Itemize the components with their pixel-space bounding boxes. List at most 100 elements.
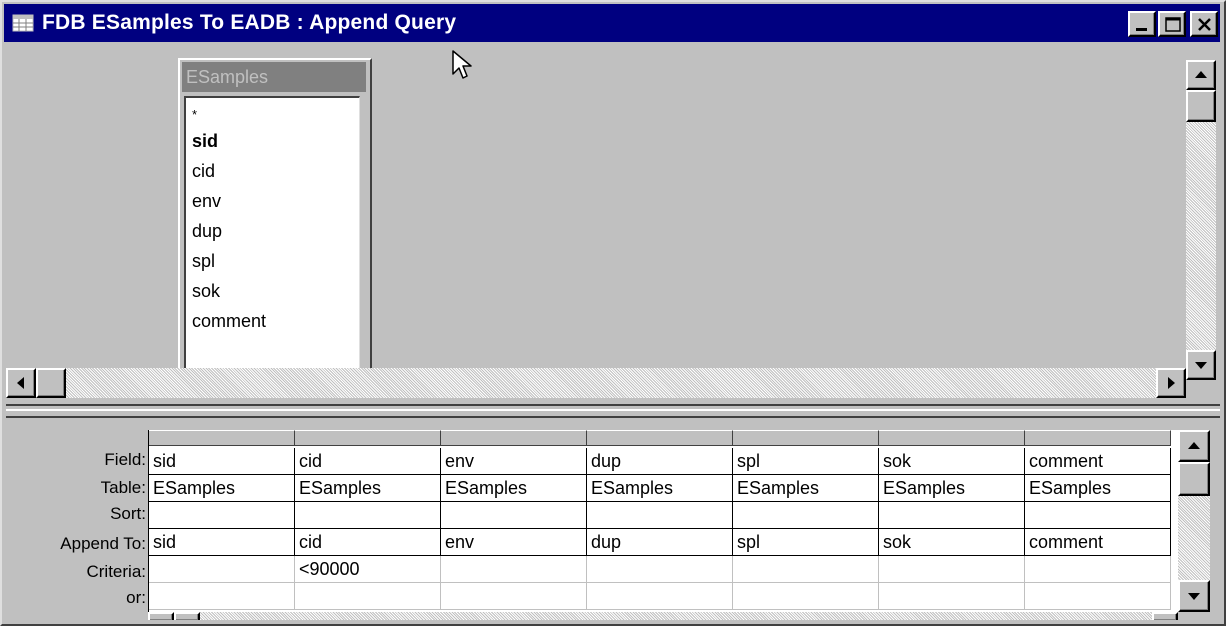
grid-cell-field[interactable]: sid <box>149 448 295 475</box>
grid-cell-sort[interactable] <box>149 502 295 529</box>
grid-cell-criteria[interactable] <box>1025 556 1171 583</box>
grid-cell-append-to[interactable]: comment <box>1025 529 1171 556</box>
grid-vertical-scrollbar[interactable] <box>1178 430 1210 612</box>
grid-cell-field[interactable]: spl <box>733 448 879 475</box>
row-label-field: Field: <box>104 450 146 469</box>
grid-cell-criteria[interactable] <box>587 556 733 583</box>
grid-cell-table[interactable]: ESamples <box>1025 475 1171 502</box>
field-item-all[interactable]: * <box>186 104 359 126</box>
grid-cell-table[interactable]: ESamples <box>295 475 441 502</box>
close-icon <box>1198 18 1211 31</box>
window-title: FDB ESamples To EADB : Append Query <box>42 11 457 34</box>
field-item-spl[interactable]: spl <box>186 246 359 276</box>
arrow-up-icon <box>1195 71 1207 78</box>
grid-cell-append-to[interactable]: env <box>441 529 587 556</box>
arrow-left-icon <box>17 377 24 389</box>
column-selector-7[interactable] <box>1025 430 1171 446</box>
grid-cell-or[interactable] <box>879 583 1025 610</box>
row-label-criteria: Criteria: <box>86 562 146 581</box>
grid-cell-append-to[interactable]: sid <box>149 529 295 556</box>
grid-scroll-right-button[interactable] <box>1152 612 1178 620</box>
maximize-icon <box>1165 17 1181 32</box>
grid-cell-criteria[interactable] <box>441 556 587 583</box>
table-pane-horizontal-scrollbar[interactable] <box>6 368 1186 398</box>
field-item-sok[interactable]: sok <box>186 276 359 306</box>
scroll-right-button[interactable] <box>1156 368 1186 398</box>
grid-cell-or[interactable] <box>1025 583 1171 610</box>
vertical-scroll-thumb[interactable] <box>1186 90 1216 122</box>
grid-cell-field[interactable]: env <box>441 448 587 475</box>
grid-cell-or[interactable] <box>149 583 295 610</box>
field-list-body: * sid cid env dup spl sok comment <box>184 96 360 374</box>
grid-scroll-left-button[interactable] <box>148 612 174 620</box>
grid-cell-sort[interactable] <box>733 502 879 529</box>
design-grid-pane: Field: Table: Sort: Append To: Criteria:… <box>6 420 1220 620</box>
field-item-comment[interactable]: comment <box>186 306 359 336</box>
grid-cell-criteria[interactable] <box>733 556 879 583</box>
grid-horizontal-scroll-thumb[interactable] <box>174 612 200 620</box>
grid-cell-append-to[interactable]: dup <box>587 529 733 556</box>
grid-cell-criteria[interactable] <box>879 556 1025 583</box>
grid-cell-or[interactable] <box>295 583 441 610</box>
grid-cell-sort[interactable] <box>587 502 733 529</box>
field-list-title[interactable]: ESamples <box>182 62 366 92</box>
query-icon <box>12 14 34 32</box>
table-pane-vertical-scrollbar[interactable] <box>1186 60 1216 380</box>
column-selector-6[interactable] <box>879 430 1025 446</box>
arrow-down-icon <box>1195 362 1207 369</box>
table-pane[interactable]: ESamples * sid cid env dup spl sok comme… <box>6 46 1220 398</box>
field-list-esamples[interactable]: ESamples * sid cid env dup spl sok comme… <box>178 58 372 382</box>
row-label-append-to: Append To: <box>60 534 146 553</box>
grid-vertical-scroll-thumb[interactable] <box>1178 462 1210 496</box>
grid-cell-table[interactable]: ESamples <box>587 475 733 502</box>
scroll-down-button[interactable] <box>1186 350 1216 380</box>
column-selector-5[interactable] <box>733 430 879 446</box>
column-selector-4[interactable] <box>587 430 733 446</box>
grid-cell-field[interactable]: comment <box>1025 448 1171 475</box>
grid-cell-criteria[interactable] <box>149 556 295 583</box>
grid-cell-append-to[interactable]: spl <box>733 529 879 556</box>
grid-cell-append-to[interactable]: cid <box>295 529 441 556</box>
field-item-sid[interactable]: sid <box>186 126 359 156</box>
column-selector-3[interactable] <box>441 430 587 446</box>
grid-cell-table[interactable]: ESamples <box>441 475 587 502</box>
grid-scroll-up-button[interactable] <box>1178 430 1210 462</box>
arrow-up-icon <box>1188 442 1200 449</box>
grid-cell-or[interactable] <box>733 583 879 610</box>
pane-splitter[interactable] <box>6 404 1220 418</box>
maximize-button[interactable] <box>1158 11 1186 37</box>
grid-cell-sort[interactable] <box>1025 502 1171 529</box>
grid-cell-sort[interactable] <box>441 502 587 529</box>
grid-cell-append-to[interactable]: sok <box>879 529 1025 556</box>
grid-cell-sort[interactable] <box>879 502 1025 529</box>
field-item-cid[interactable]: cid <box>186 156 359 186</box>
grid-cell-criteria[interactable]: <90000 <box>295 556 441 583</box>
grid-cell-table[interactable]: ESamples <box>149 475 295 502</box>
minimize-icon <box>1136 28 1147 31</box>
grid-cell-table[interactable]: ESamples <box>733 475 879 502</box>
grid-scroll-down-button[interactable] <box>1178 580 1210 612</box>
scroll-up-button[interactable] <box>1186 60 1216 90</box>
field-item-dup[interactable]: dup <box>186 216 359 246</box>
mouse-pointer-icon <box>452 50 472 79</box>
grid-cell-table[interactable]: ESamples <box>879 475 1025 502</box>
row-label-table: Table: <box>100 478 146 497</box>
grid-cell-or[interactable] <box>587 583 733 610</box>
query-design-grid[interactable]: sid ESamples sid cid ESamples cid <90000 env ESa… <box>148 430 1178 612</box>
row-label-or: or: <box>126 588 146 607</box>
horizontal-scroll-thumb[interactable] <box>36 368 66 398</box>
close-button[interactable] <box>1190 11 1218 37</box>
grid-cell-field[interactable]: dup <box>587 448 733 475</box>
field-item-env[interactable]: env <box>186 186 359 216</box>
column-selector-2[interactable] <box>295 430 441 446</box>
title-bar[interactable]: FDB ESamples To EADB : Append Query <box>4 4 1220 42</box>
minimize-button[interactable] <box>1128 11 1156 37</box>
grid-horizontal-scrollbar[interactable] <box>148 612 1178 620</box>
grid-cell-or[interactable] <box>441 583 587 610</box>
scrollbar-corner <box>1186 380 1216 398</box>
column-selector-1[interactable] <box>149 430 295 446</box>
scroll-left-button[interactable] <box>6 368 36 398</box>
grid-cell-field[interactable]: cid <box>295 448 441 475</box>
grid-cell-sort[interactable] <box>295 502 441 529</box>
grid-cell-field[interactable]: sok <box>879 448 1025 475</box>
